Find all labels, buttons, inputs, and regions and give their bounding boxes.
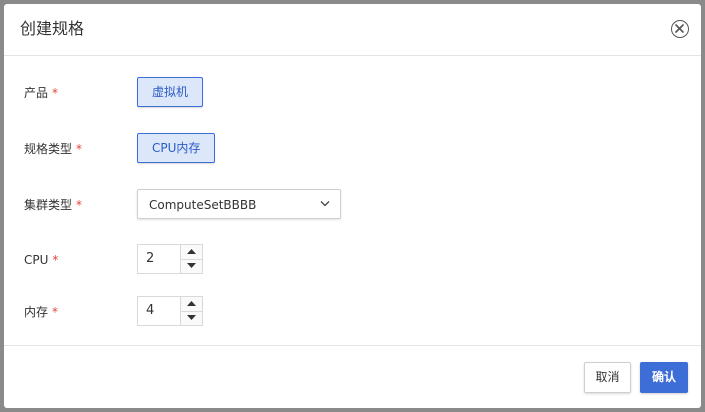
cpu-stepper-buttons	[180, 244, 203, 274]
cpu-label: CPU *	[24, 253, 59, 267]
spec-type-label: 规格类型 *	[24, 142, 83, 156]
form-row-product: 产品 * 虚拟机	[4, 77, 701, 109]
create-spec-dialog: 创建规格 产品 * 虚拟机 规格类型 * CPU内存 集群类型 * ComputeSe…	[4, 4, 701, 408]
required-mark: *	[76, 198, 83, 212]
memory-input[interactable]: 4	[137, 296, 181, 326]
memory-stepper: 4	[137, 296, 203, 326]
memory-increment-button[interactable]	[181, 297, 202, 312]
memory-stepper-buttons	[180, 296, 203, 326]
caret-down-icon	[187, 263, 196, 268]
dialog-title: 创建规格	[20, 19, 85, 38]
cluster-type-label: 集群类型 *	[24, 198, 83, 212]
product-option-vm[interactable]: 虚拟机	[137, 77, 204, 107]
cluster-type-select[interactable]: ComputeSetBBBB	[137, 189, 341, 219]
required-mark: *	[52, 253, 59, 267]
confirm-button[interactable]: 确认	[640, 362, 688, 393]
dialog-footer: 取消 确认	[4, 345, 701, 408]
form-row-spec-type: 规格类型 * CPU内存	[4, 133, 701, 165]
cancel-button[interactable]: 取消	[584, 362, 631, 393]
cpu-stepper: 2	[137, 244, 203, 274]
required-mark: *	[76, 142, 83, 156]
memory-decrement-button[interactable]	[181, 311, 202, 325]
caret-up-icon	[187, 301, 196, 306]
form-row-memory: 内存 * 4	[4, 296, 701, 328]
close-button[interactable]	[671, 20, 689, 38]
required-mark: *	[52, 305, 59, 319]
caret-down-icon	[187, 315, 196, 320]
form-row-cluster-type: 集群类型 * ComputeSetBBBB	[4, 189, 701, 221]
form-row-cpu: CPU * 2	[4, 244, 701, 276]
spec-type-option-cpu-memory[interactable]: CPU内存	[137, 133, 216, 163]
product-label: 产品 *	[24, 86, 59, 100]
cpu-decrement-button[interactable]	[181, 259, 202, 273]
close-icon	[675, 24, 684, 33]
dialog-header: 创建规格	[4, 4, 701, 56]
caret-up-icon	[187, 249, 196, 254]
chevron-down-icon	[320, 201, 330, 207]
cluster-type-value: ComputeSetBBBB	[149, 198, 257, 212]
required-mark: *	[52, 86, 59, 100]
memory-label: 内存 *	[24, 305, 59, 319]
cpu-increment-button[interactable]	[181, 245, 202, 260]
cpu-input[interactable]: 2	[137, 244, 181, 274]
